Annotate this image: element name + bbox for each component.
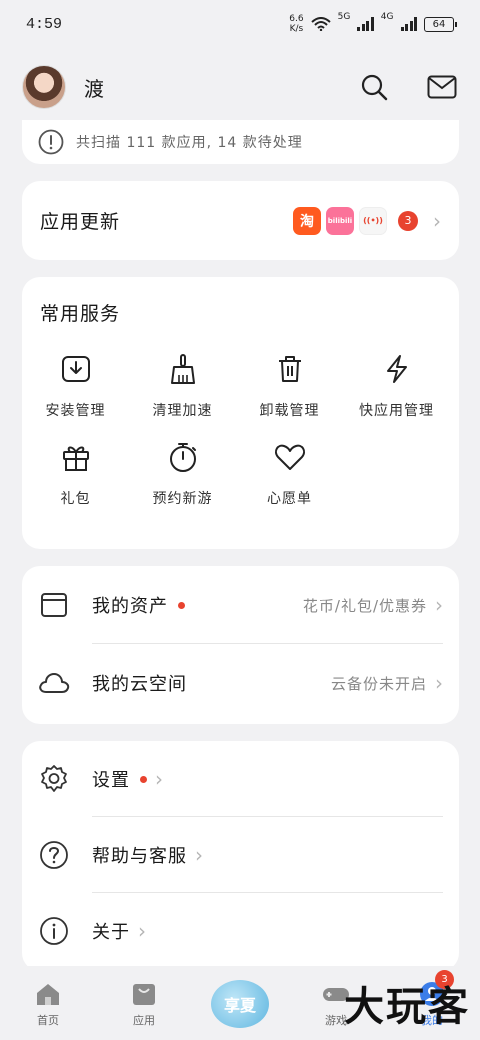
header-actions xyxy=(358,71,458,103)
my-cloud-space-label: 我的云空间 xyxy=(92,674,187,695)
mail-icon xyxy=(427,75,457,99)
about-label: 关于 xyxy=(92,922,130,943)
help-support-row[interactable]: 帮助与客服 › xyxy=(22,817,459,893)
chevron-right-icon: › xyxy=(195,843,203,867)
alert-icon xyxy=(38,129,64,155)
watermark: 大玩客 xyxy=(344,983,470,1030)
bolt-icon xyxy=(386,355,407,383)
chevron-right-icon: › xyxy=(435,671,443,695)
about-row[interactable]: 关于 › xyxy=(22,893,459,969)
my-cloud-space-value: 云备份未开启 xyxy=(330,674,427,693)
signal-4g-icon xyxy=(400,17,417,31)
status-indicators: 6.6 K/s 5G 4G 64 xyxy=(289,12,457,34)
trash-icon xyxy=(278,356,301,382)
avatar[interactable] xyxy=(22,65,66,109)
broom-icon xyxy=(170,354,195,384)
network-speed: 6.6 K/s xyxy=(289,14,304,34)
my-assets-row[interactable]: 我的资产 花币/礼包/优惠券 › xyxy=(22,566,459,644)
bag-icon xyxy=(133,984,155,1005)
settings-card: 设置 › 帮助与客服 › 关于 › xyxy=(22,741,459,971)
help-icon xyxy=(40,841,68,869)
app-update-card[interactable]: 应用更新 淘 bilibili ((•)) 3 › xyxy=(22,181,459,260)
stopwatch-icon xyxy=(169,443,196,472)
status-time: 4:59 xyxy=(26,15,63,33)
tab-home[interactable]: 首页 xyxy=(0,966,96,1040)
settings-row[interactable]: 设置 › xyxy=(22,741,459,817)
network-5g-label: 5G xyxy=(337,12,351,22)
chevron-right-icon: › xyxy=(435,593,443,617)
services-grid: 安装管理 清理加速 卸载管理 快应用管理 礼包 预约新游 心愿单 xyxy=(22,352,441,508)
services-title: 常用服务 xyxy=(40,303,121,325)
signal-5g-icon xyxy=(357,17,374,31)
messages-button[interactable] xyxy=(426,71,458,103)
settings-label: 设置 xyxy=(92,770,130,791)
tab-home-label: 首页 xyxy=(37,1014,59,1027)
taobao-app-icon: 淘 xyxy=(293,206,321,235)
scan-summary-card[interactable]: 共扫描 111 款应用, 14 款待处理 xyxy=(22,120,459,164)
tab-apps[interactable]: 应用 xyxy=(96,966,192,1040)
gift-icon xyxy=(62,446,89,471)
gear-icon xyxy=(41,765,67,792)
battery-icon: 64 xyxy=(424,16,457,32)
promo-icon: 享夏 xyxy=(211,980,269,1028)
radio-app-icon: ((•)) xyxy=(359,206,387,235)
notification-dot xyxy=(140,775,147,783)
wallet-icon xyxy=(41,593,67,617)
my-assets-value: 花币/礼包/优惠券 xyxy=(302,596,427,615)
cloud-icon xyxy=(39,673,70,693)
search-icon xyxy=(361,74,388,101)
home-icon xyxy=(37,984,59,1005)
service-uninstall-manager[interactable]: 卸载管理 xyxy=(236,352,343,420)
battery-level: 64 xyxy=(432,18,446,30)
install-icon xyxy=(61,356,90,382)
service-preorder-games[interactable]: 预约新游 xyxy=(129,440,236,508)
update-count-badge: 3 xyxy=(398,210,418,231)
search-button[interactable] xyxy=(358,71,390,103)
app-update-title: 应用更新 xyxy=(40,211,121,233)
tab-apps-label: 应用 xyxy=(133,1014,155,1027)
bilibili-app-icon: bilibili xyxy=(326,206,354,235)
chevron-right-icon: › xyxy=(155,767,163,791)
service-cleanup[interactable]: 清理加速 xyxy=(129,352,236,420)
chevron-right-icon: › xyxy=(138,919,146,943)
status-bar: 4:59 6.6 K/s 5G 4G 64 xyxy=(0,0,480,48)
my-assets-label: 我的资产 xyxy=(92,596,168,617)
my-cloud-space-row[interactable]: 我的云空间 云备份未开启 › xyxy=(22,644,459,722)
tab-promo[interactable]: 享夏 xyxy=(192,966,288,1040)
chevron-right-icon: › xyxy=(433,208,441,233)
username[interactable]: 渡 xyxy=(84,73,104,102)
service-quick-app-manager[interactable]: 快应用管理 xyxy=(343,352,450,420)
assets-card: 我的资产 花币/礼包/优惠券 › 我的云空间 云备份未开启 › xyxy=(22,566,459,724)
notification-dot xyxy=(178,601,185,609)
service-gift-pack[interactable]: 礼包 xyxy=(22,440,129,508)
info-icon xyxy=(40,917,68,945)
profile-header: 渡 xyxy=(0,62,480,112)
help-support-label: 帮助与客服 xyxy=(92,846,187,867)
common-services-card: 常用服务 安装管理 清理加速 卸载管理 快应用管理 礼包 预约新游 心愿单 xyxy=(22,277,459,549)
wifi-icon xyxy=(310,17,331,31)
service-install-manager[interactable]: 安装管理 xyxy=(22,352,129,420)
network-4g-label: 4G xyxy=(380,12,394,22)
service-wishlist[interactable]: 心愿单 xyxy=(236,440,343,508)
heart-icon xyxy=(274,444,305,470)
scan-summary-text: 共扫描 111 款应用, 14 款待处理 xyxy=(76,135,303,151)
update-app-icons: 淘 bilibili ((•)) 3 › xyxy=(293,206,441,235)
